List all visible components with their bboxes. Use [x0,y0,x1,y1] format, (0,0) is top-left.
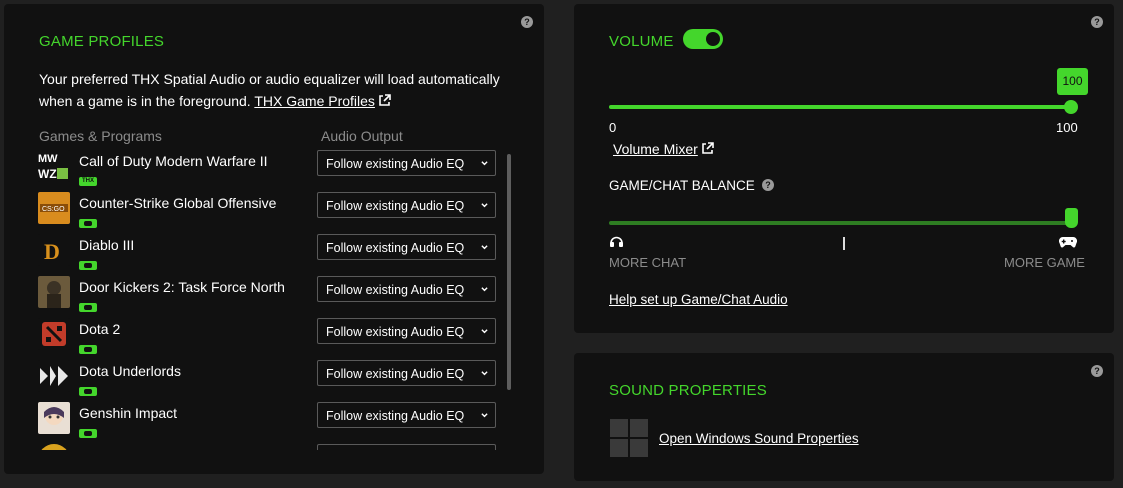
game-name: Dota 2 [79,321,121,337]
list-item: Dota Underlords Follow existing Audio EQ [38,360,504,402]
csgo-icon: CS:GO [38,192,70,224]
more-chat-label: MORE CHAT [609,255,687,270]
dota-underlords-icon [38,360,70,392]
balance-slider-track[interactable] [609,221,1071,225]
chevron-down-icon [481,161,488,166]
volume-slider-thumb[interactable] [1064,100,1078,114]
sound-properties-panel: ? SOUND PROPERTIES Open Windows Sound Pr… [574,353,1114,481]
sound-properties-title: SOUND PROPERTIES [609,382,767,399]
balance-slider-thumb[interactable] [1065,208,1078,228]
external-link-icon [702,142,714,154]
gamepad-badge-icon [79,387,97,396]
game-icon [38,444,70,450]
volume-panel: ? VOLUME 100 0 100 Volume Mixer GAME/CHA… [574,4,1114,333]
game-list: MW WZ Call of Duty Modern Warfare II THX … [38,150,504,450]
audio-output-select[interactable]: Follow existing Audio EQ [317,360,496,386]
audio-output-value: Follow existing Audio EQ [326,325,465,339]
chevron-down-icon [481,371,488,376]
chevron-down-icon [481,329,488,334]
audio-output-column-header: Audio Output [321,128,403,144]
chevron-down-icon [481,203,488,208]
game-name: Counter-Strike Global Offensive [79,195,277,211]
audio-output-value: Follow existing Audio EQ [326,283,465,297]
volume-mixer-link-label[interactable]: Volume Mixer [613,141,698,157]
game-name: Call of Duty Modern Warfare II [79,153,268,169]
help-icon[interactable]: ? [762,179,774,191]
gamepad-badge-icon [79,345,97,354]
audio-output-select[interactable]: Follow existing Audio EQ [317,192,496,218]
audio-output-value: Follow existing Audio EQ [326,157,465,171]
diablo-icon: D [38,234,70,266]
chevron-down-icon [481,287,488,292]
games-column-header: Games & Programs [39,128,162,144]
list-item: MW WZ Call of Duty Modern Warfare II THX … [38,150,504,192]
audio-output-value: Follow existing Audio EQ [326,199,465,213]
volume-max-label: 100 [1056,120,1078,135]
audio-output-select[interactable]: Follow existing Audio EQ [317,234,496,260]
balance-title: GAME/CHAT BALANCE [609,178,755,193]
game-name: Genshin Impact [79,405,178,421]
audio-output-value: Follow existing Audio EQ [326,367,465,381]
list-item: Dota 2 Follow existing Audio EQ [38,318,504,360]
volume-value-bubble: 100 [1057,68,1088,95]
gamepad-badge-icon [79,303,97,312]
genshin-icon [38,402,70,434]
headset-icon [610,236,623,247]
thx-game-profiles-link-label[interactable]: THX Game Profiles [254,93,375,109]
list-item: Genshin Impact Follow existing Audio EQ [38,402,504,444]
help-setup-link[interactable]: Help set up Game/Chat Audio [609,292,788,307]
dota2-icon [38,318,70,350]
game-profiles-panel: ? GAME PROFILES Your preferred THX Spati… [4,4,544,474]
volume-mixer-link[interactable]: Volume Mixer [613,141,714,157]
list-item: D Diablo III Follow existing Audio EQ [38,234,504,276]
audio-output-select[interactable]: Follow existing Audio EQ [317,276,496,302]
game-name: Dota Underlords [79,363,181,379]
svg-text:MW: MW [38,153,58,165]
audio-output-select[interactable] [317,444,496,450]
volume-min-label: 0 [609,120,617,135]
help-icon[interactable]: ? [1091,16,1103,28]
gamepad-badge-icon [79,219,97,228]
list-item: CS:GO Counter-Strike Global Offensive Fo… [38,192,504,234]
chevron-down-icon [481,245,488,250]
list-item [38,444,504,450]
help-icon[interactable]: ? [521,16,533,28]
volume-slider-track[interactable] [609,105,1071,109]
audio-output-select[interactable]: Follow existing Audio EQ [317,402,496,428]
audio-output-select[interactable]: Follow existing Audio EQ [317,318,496,344]
svg-text:D: D [44,239,60,264]
gamepad-icon [1059,236,1077,248]
game-name: Diablo III [79,237,135,253]
list-item: Door Kickers 2: Task Force North Follow … [38,276,504,318]
chevron-down-icon [481,413,488,418]
balance-center-mark [843,237,845,250]
volume-title: VOLUME [609,33,674,50]
svg-text:CS:GO: CS:GO [42,206,65,213]
audio-output-value: Follow existing Audio EQ [326,409,465,423]
cod-mw2-icon: MW WZ [38,150,70,182]
volume-toggle[interactable] [683,29,723,49]
audio-output-select[interactable]: Follow existing Audio EQ [317,150,496,176]
open-sound-properties-link[interactable]: Open Windows Sound Properties [659,431,859,446]
game-profiles-description: Your preferred THX Spatial Audio or audi… [39,69,519,112]
svg-text:WZ: WZ [38,167,57,181]
audio-output-value: Follow existing Audio EQ [326,241,465,255]
gamepad-badge-icon [79,261,97,270]
gamepad-badge-icon [79,429,97,438]
scrollbar[interactable] [507,154,511,390]
thx-game-profiles-link[interactable]: THX Game Profiles [254,93,391,109]
game-name: Door Kickers 2: Task Force North [79,279,285,295]
windows-icon [610,419,648,457]
external-link-icon [379,93,391,106]
more-game-label: MORE GAME [1004,255,1085,270]
toggle-knob [706,32,720,46]
game-profiles-title: GAME PROFILES [39,33,165,50]
thx-badge: THX [79,177,97,186]
help-icon[interactable]: ? [1091,365,1103,377]
door-kickers-icon [38,276,70,308]
